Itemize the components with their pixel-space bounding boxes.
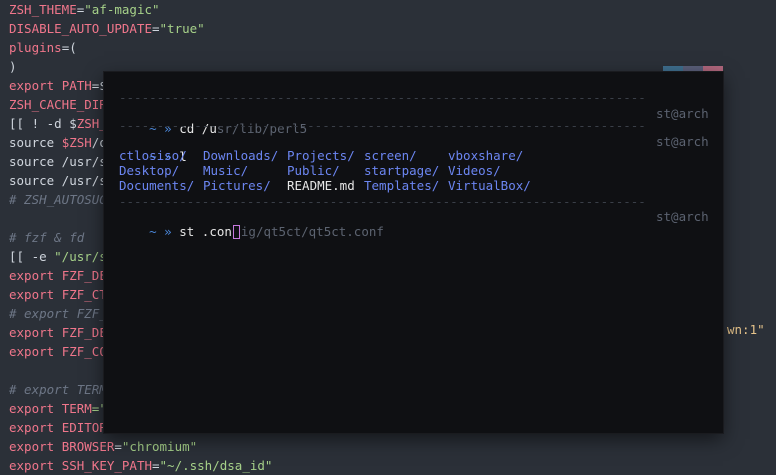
directory-entry: Desktop/ (119, 163, 180, 178)
editor-token: FZF_DE (61, 325, 107, 340)
directory-entry: Music/ (203, 163, 249, 178)
editor-line: source /usr/s (9, 171, 107, 190)
directory-entry: Pictures/ (203, 178, 271, 193)
editor-token: export (9, 287, 62, 302)
editor-token: source /usr/s (9, 154, 107, 169)
editor-token: FZF_CT (61, 287, 107, 302)
editor-line: # export FZF_ (9, 304, 107, 323)
editor-token: FZF_DE (61, 268, 107, 283)
editor-token: # fzf & fd (9, 230, 85, 245)
editor-line: export FZF_DE (9, 323, 107, 342)
editor-line: export EDITOR (9, 418, 107, 437)
editor-token: =( (61, 40, 77, 55)
editor-token: # ZSH_AUTOSUG (9, 192, 107, 207)
editor-token: export (9, 458, 62, 473)
editor-token: "/usr/s (54, 249, 107, 264)
editor-line: export FZF_CO (9, 342, 107, 361)
editor-token: BROWSER (61, 439, 115, 454)
editor-line: export TERM=" (9, 399, 107, 418)
terminal-line-current[interactable]: ~ » st .con ig/qt5ct/qt5ct.conf (119, 209, 384, 239)
editor-token: plugins (9, 40, 62, 55)
editor-token: $ZSH (61, 135, 92, 150)
editor-token: export (9, 268, 62, 283)
editor-line: export BROWSER="chromium" (9, 437, 197, 456)
editor-token: # export FZF_ (9, 306, 107, 321)
editor-line: plugins=( (9, 38, 77, 57)
editor-token: export (9, 325, 62, 340)
editor-token: ) (9, 59, 17, 74)
directory-entry: vboxshare/ (448, 148, 524, 163)
editor-token: DISABLE_AUTO_UPDATE (9, 21, 152, 36)
editor-token: ZSH_CACHE_DIR (9, 97, 107, 112)
editor-token: [[ ! -d $ (9, 116, 77, 131)
editor-token: source /usr/s (9, 173, 107, 188)
directory-entry: ctlosiso/ (119, 148, 187, 163)
editor-line: ZSH_CACHE_DIR (9, 95, 107, 114)
right-prompt: st@arch (656, 134, 709, 149)
editor-token: "~/.ssh/dsa_id" (159, 458, 273, 473)
prompt-arrow: ~ » (149, 224, 172, 239)
editor-token: [[ -e (9, 249, 55, 264)
editor-line: ) (9, 57, 17, 76)
editor-token: PATH (61, 78, 92, 93)
editor-token: source (9, 135, 62, 150)
editor-token: export (9, 78, 62, 93)
editor-line: # ZSH_AUTOSUG (9, 190, 107, 209)
editor-line: export FZF_CT (9, 285, 107, 304)
editor-token: FZF_CO (61, 344, 107, 359)
autosuggestion: ig/qt5ct/qt5ct.conf (240, 224, 384, 239)
prompt-separator: ----------------------------------------… (119, 118, 645, 133)
file-entry: README.md (287, 178, 355, 193)
editor-token: ZSH_THEME (9, 2, 77, 17)
editor-token: = (114, 439, 122, 454)
directory-entry: Public/ (287, 163, 340, 178)
editor-line: export PATH=$ (9, 76, 107, 95)
editor-token: export (9, 420, 62, 435)
directory-entry: Templates/ (364, 178, 440, 193)
editor-line-fragment: wn:1" (727, 322, 765, 337)
directory-entry: Videos/ (448, 163, 501, 178)
directory-entry: startpage/ (364, 163, 440, 178)
editor-line: ZSH_THEME="af-magic" (9, 0, 160, 19)
terminal-line-ls: ~ » l (119, 134, 187, 164)
editor-line: source /usr/s (9, 152, 107, 171)
editor-line: source $ZSH/o (9, 133, 107, 152)
editor-token: export (9, 344, 62, 359)
editor-token: "true" (159, 21, 205, 36)
directory-entry: Projects/ (287, 148, 355, 163)
right-prompt: st@arch (656, 209, 709, 224)
editor-line: DISABLE_AUTO_UPDATE="true" (9, 19, 205, 38)
terminal-window[interactable]: ----------------------------------------… (104, 72, 723, 433)
directory-entry: Documents/ (119, 178, 195, 193)
editor-line: # fzf & fd (9, 228, 84, 247)
editor-token: TERM (61, 401, 92, 416)
directory-entry: Downloads/ (203, 148, 279, 163)
editor-token: "af-magic" (84, 2, 160, 17)
editor-line: [[ -e "/usr/s (9, 247, 107, 266)
editor-token: EDITOR (61, 420, 107, 435)
directory-entry: screen/ (364, 148, 417, 163)
editor-line: [[ ! -d $ZSH_ (9, 114, 107, 133)
editor-token: = (152, 458, 160, 473)
typed-command: st .con (179, 224, 232, 239)
editor-token: export (9, 439, 62, 454)
editor-token: ZSH_ (76, 116, 107, 131)
editor-token: SSH_KEY_PATH (61, 458, 152, 473)
prompt-separator: ----------------------------------------… (119, 194, 645, 209)
editor-line: export FZF_DE (9, 266, 107, 285)
editor-token: export (9, 401, 62, 416)
right-prompt: st@arch (656, 106, 709, 121)
editor-token: = (152, 21, 160, 36)
editor-line: export SSH_KEY_PATH="~/.ssh/dsa_id" (9, 456, 272, 475)
editor-token: "chromium" (121, 439, 198, 454)
directory-entry: VirtualBox/ (448, 178, 531, 193)
editor-line: # export TERM (9, 380, 107, 399)
text-cursor (232, 225, 240, 239)
editor-token: # export TERM (9, 382, 107, 397)
prompt-separator: ----------------------------------------… (119, 90, 645, 105)
